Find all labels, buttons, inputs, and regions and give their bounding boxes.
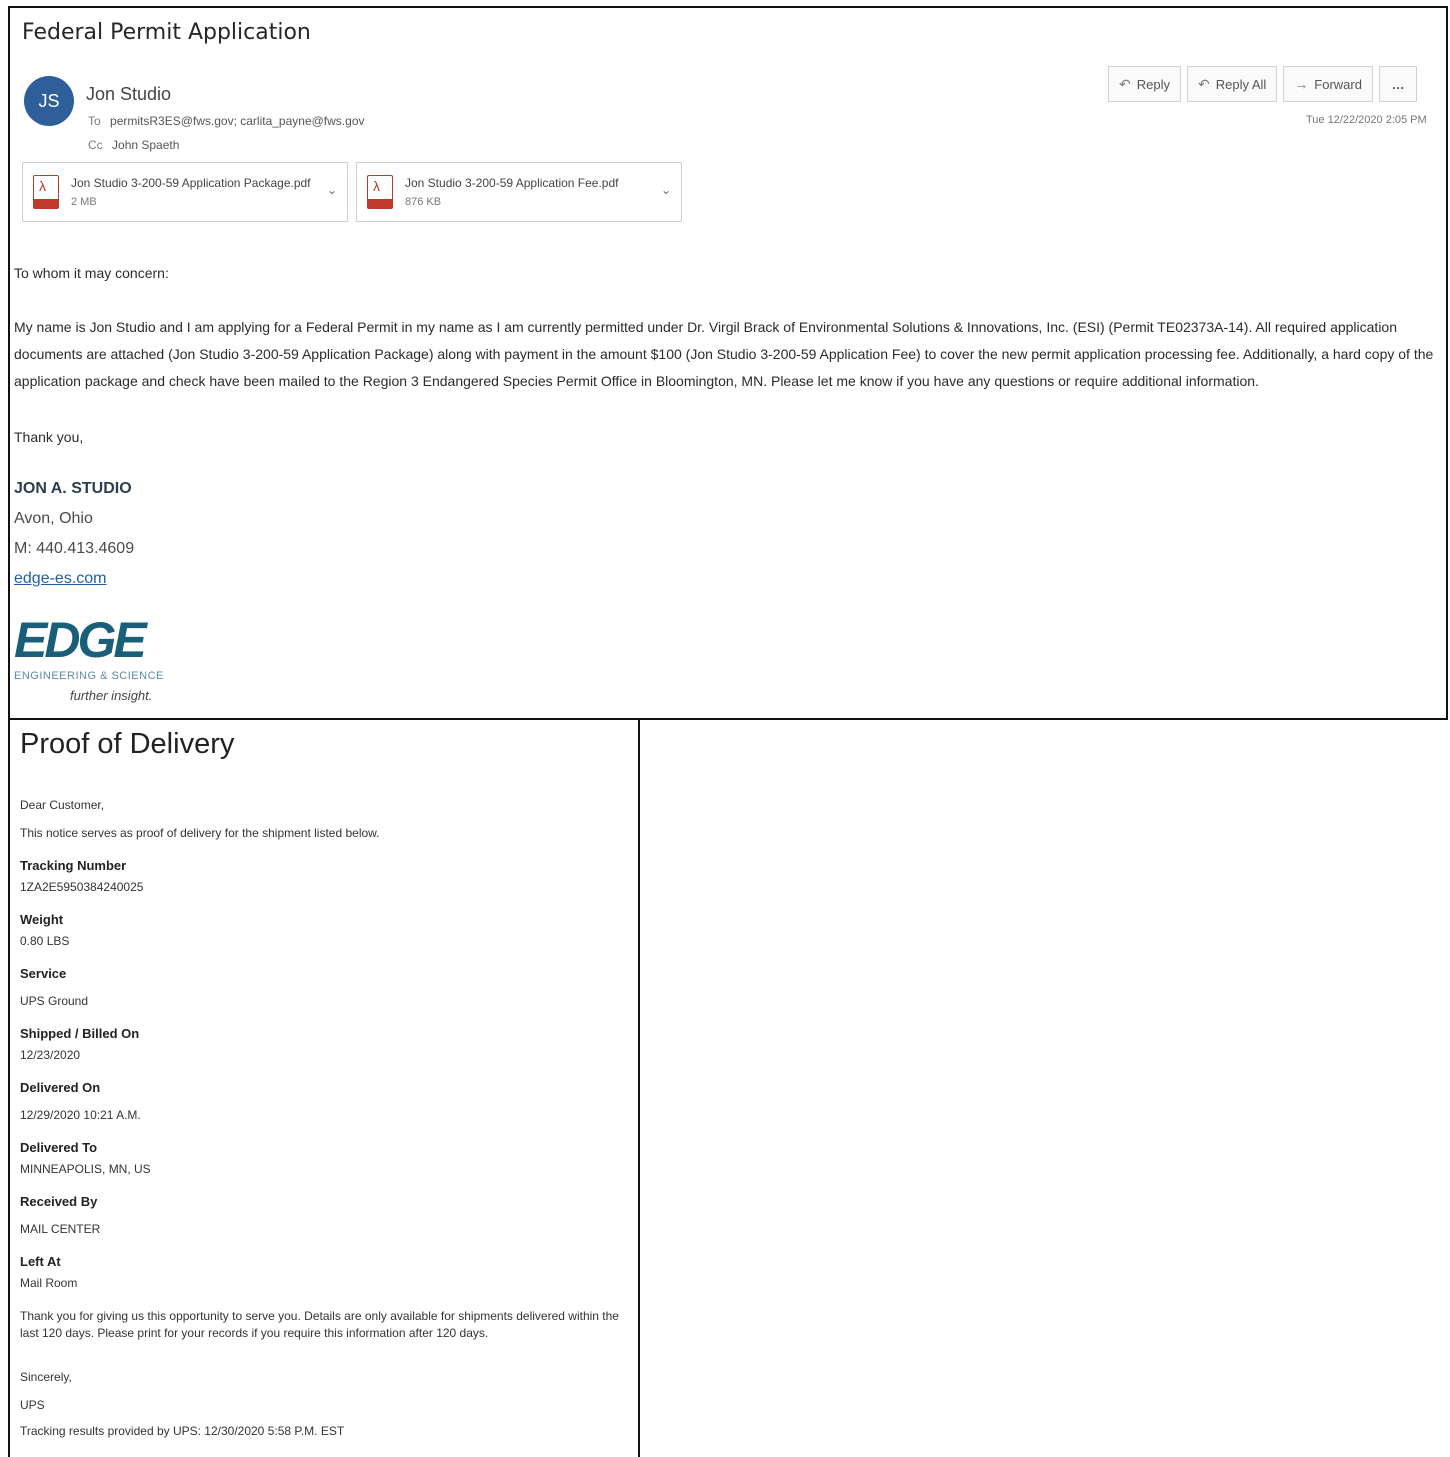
pod-footer: Tracking results provided by UPS: 12/30/…	[20, 1424, 345, 1438]
message-actions: ↶ Reply ↶ Reply All → Forward …	[1108, 66, 1417, 102]
reply-all-button[interactable]: ↶ Reply All	[1186, 66, 1278, 102]
more-icon: …	[1391, 76, 1405, 92]
field-label: Weight	[20, 912, 64, 927]
attachment-card[interactable]: λ Jon Studio 3-200-59 Application Fee.pd…	[356, 162, 682, 222]
field-label: Delivered To	[20, 1140, 98, 1155]
attachment-name: Jon Studio 3-200-59 Application Package.…	[71, 176, 311, 190]
signature-name: JON A. STUDIO	[14, 480, 132, 497]
reply-all-label: Reply All	[1215, 76, 1267, 92]
avatar[interactable]: JS	[24, 76, 74, 126]
field-value: UPS Ground	[20, 994, 89, 1008]
attachment-size: 2 MB	[71, 196, 97, 208]
cc-recipients[interactable]: John Spaeth	[112, 138, 179, 152]
attachment-card[interactable]: λ Jon Studio 3-200-59 Application Packag…	[22, 162, 348, 222]
attachment-name: Jon Studio 3-200-59 Application Fee.pdf	[405, 176, 619, 190]
cc-line: Cc John Spaeth	[88, 138, 179, 152]
to-recipients[interactable]: permitsR3ES@fws.gov; carlita_payne@fws.g…	[110, 114, 364, 128]
email-timestamp: Tue 12/22/2020 2:05 PM	[1306, 114, 1427, 126]
field-label: Delivered On	[20, 1080, 101, 1095]
pod-closing-note: Thank you for giving us this opportunity…	[20, 1309, 619, 1340]
pdf-icon: λ	[367, 175, 393, 209]
to-line: To permitsR3ES@fws.gov; carlita_payne@fw…	[88, 114, 365, 128]
field-value: 12/23/2020	[20, 1048, 81, 1062]
edge-logo-tagline: further insight.	[70, 688, 153, 703]
field-value: MINNEAPOLIS, MN, US	[20, 1162, 151, 1176]
pod-title: Proof of Delivery	[20, 728, 235, 760]
chevron-down-icon[interactable]: ⌄	[327, 183, 337, 197]
reply-button[interactable]: ↶ Reply	[1108, 66, 1181, 102]
pod-company: UPS	[20, 1398, 45, 1412]
reply-icon: ↶	[1119, 75, 1131, 92]
attachment-size: 876 KB	[405, 196, 442, 208]
forward-icon: →	[1294, 76, 1309, 92]
field-label: Shipped / Billed On	[20, 1026, 140, 1041]
field-label: Tracking Number	[20, 858, 127, 873]
signature-website-link[interactable]: edge-es.com	[14, 570, 107, 588]
field-label: Received By	[20, 1194, 98, 1209]
signature-location: Avon, Ohio	[14, 510, 93, 527]
field-label: Left At	[20, 1254, 61, 1269]
reply-label: Reply	[1136, 76, 1170, 92]
pod-sign-off: Sincerely,	[20, 1370, 72, 1384]
field-value: 1ZA2E5950384240025	[20, 880, 144, 894]
edge-logo-subtitle: ENGINEERING & SCIENCE	[14, 670, 164, 682]
email-body: My name is Jon Studio and I am applying …	[14, 319, 1434, 389]
field-value: MAIL CENTER	[20, 1222, 101, 1236]
email-panel: Federal Permit Application JS Jon Studio…	[8, 6, 1448, 720]
proof-of-delivery-panel: Proof of Delivery Dear Customer, This no…	[8, 718, 640, 1457]
pdf-icon: λ	[33, 175, 59, 209]
sender-name[interactable]: Jon Studio	[86, 84, 171, 105]
field-label: Service	[20, 966, 67, 981]
cc-label: Cc	[88, 138, 103, 152]
chevron-down-icon[interactable]: ⌄	[661, 183, 671, 197]
email-subject: Federal Permit Application	[22, 20, 311, 45]
edge-logo: EDGE	[14, 612, 147, 668]
signature-phone: M: 440.413.4609	[14, 540, 135, 557]
email-greeting: To whom it may concern:	[14, 265, 169, 281]
reply-all-icon: ↶	[1197, 75, 1210, 92]
email-closing: Thank you,	[14, 429, 84, 445]
pod-intro: This notice serves as proof of delivery …	[20, 826, 380, 840]
field-value: 0.80 LBS	[20, 934, 70, 948]
forward-button[interactable]: → Forward	[1283, 66, 1373, 102]
forward-label: Forward	[1314, 76, 1362, 92]
field-value: 12/29/2020 10:21 A.M.	[20, 1108, 141, 1122]
to-label: To	[88, 114, 101, 128]
field-value: Mail Room	[20, 1276, 78, 1290]
more-actions-button[interactable]: …	[1378, 66, 1417, 102]
pod-salutation: Dear Customer,	[20, 798, 105, 812]
